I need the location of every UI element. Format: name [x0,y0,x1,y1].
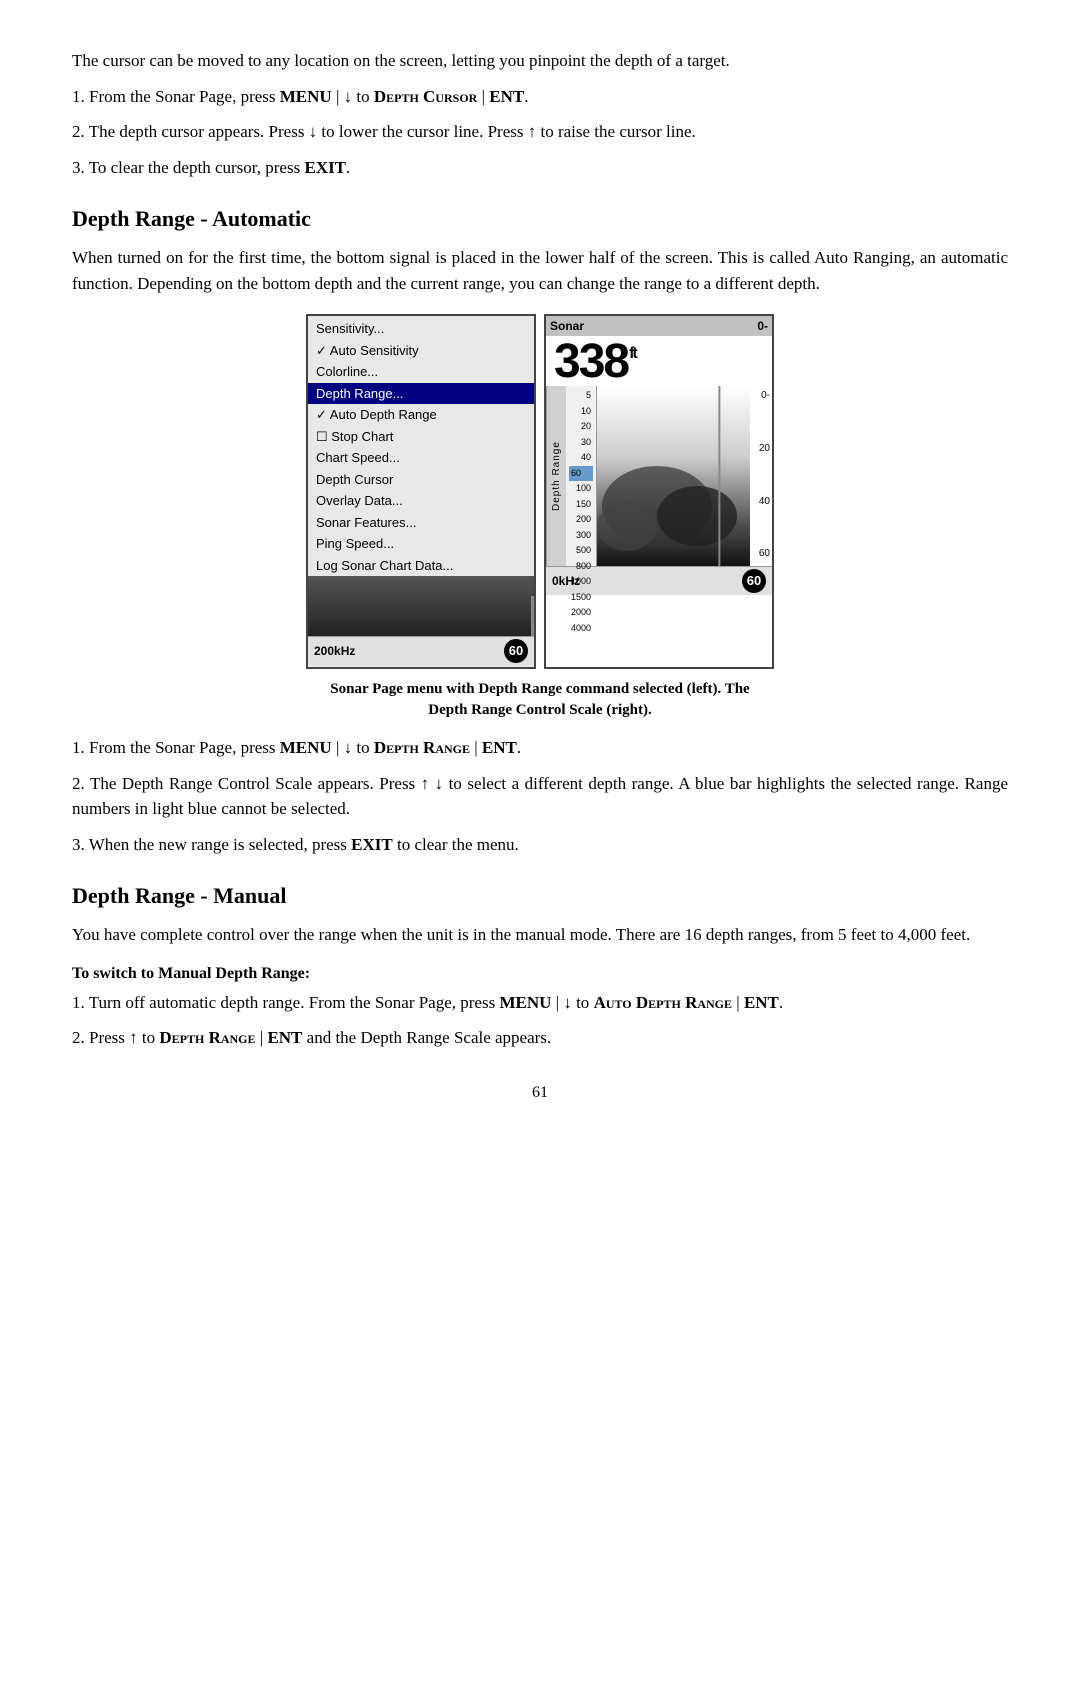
figure-caption: Sonar Page menu with Depth Range command… [72,679,1008,721]
menu-sonar-preview [308,576,534,636]
exit-key: EXIT [304,158,346,177]
left-bottom-bar: 200kHz 60 [308,636,534,665]
section2-p1: You have complete control over the range… [72,922,1008,948]
s1-exit-key: EXIT [351,835,393,854]
sonar-top-zero: 0- [757,317,768,335]
menu-item-depth-cursor: Depth Cursor [308,469,534,491]
s1-ent-key: ENT [482,738,517,757]
s2-auto-depth-sc: Auto Depth Range [594,993,732,1012]
menu-item-stop-chart: ☐ Stop Chart [308,426,534,448]
sonar-scale-right: 0- 20 40 60 [750,386,772,566]
menu-item-sonar-features: Sonar Features... [308,512,534,534]
section1-p1: When turned on for the first time, the b… [72,245,1008,296]
sonar-scale-left: 5 10 20 30 40 60 100 150 200 300 500 800… [566,386,597,566]
sonar-ft-unit: ft [629,346,636,362]
s1-depth-range-sc: Depth Range [374,738,470,757]
right-badge: 60 [742,569,766,593]
menu-key: MENU [280,87,332,106]
menu-item-overlay-data: Overlay Data... [308,490,534,512]
section1-step3: 3. When the new range is selected, press… [72,832,1008,858]
intro-step1: 1. From the Sonar Page, press MENU | ↓ t… [72,84,1008,110]
sonar-image-area [597,386,750,566]
echo-background [597,386,750,566]
section2-heading: Depth Range - Manual [72,879,1008,912]
sonar-panel: Sonar 0- 338ft Depth Range 5 10 20 30 40… [544,314,774,669]
menu-item-chart-speed: Chart Speed... [308,447,534,469]
s2-menu-key: MENU [499,993,551,1012]
sonar-svg [597,386,750,566]
sonar-depth-value: 338 [554,338,628,386]
left-freq-label: 200kHz [314,642,355,660]
sonar-label: Sonar [550,317,584,335]
s2-ent-key2: ENT [267,1028,302,1047]
left-badge: 60 [504,639,528,663]
ent-key: ENT [489,87,524,106]
sonar-depth-display: 338ft [546,336,644,386]
menu-item-log-sonar: Log Sonar Chart Data... [308,555,534,577]
menu-item-depth-range: Depth Range... [308,383,534,405]
menu-item-sensitivity: Sensitivity... [308,318,534,340]
section2-step2: 2. Press ↑ to Depth Range | ENT and the … [72,1025,1008,1051]
menu-item-auto-sensitivity: ✓ Auto Sensitivity [308,340,534,362]
s1-menu-key: MENU [280,738,332,757]
section1-heading: Depth Range - Automatic [72,202,1008,235]
menu-item-auto-depth-range: ✓ Auto Depth Range [308,404,534,426]
section1-step2: 2. The Depth Range Control Scale appears… [72,771,1008,822]
intro-step3: 3. To clear the depth cursor, press EXIT… [72,155,1008,181]
s2-ent-key: ENT [744,993,779,1012]
intro-step2: 2. The depth cursor appears. Press ↓ to … [72,119,1008,145]
section1-step1: 1. From the Sonar Page, press MENU | ↓ t… [72,735,1008,761]
figure-wrap: Sensitivity... ✓ Auto Sensitivity Colorl… [72,314,1008,669]
menu-item-colorline: Colorline... [308,361,534,383]
section2-step1: 1. Turn off automatic depth range. From … [72,990,1008,1016]
menu-panel: Sensitivity... ✓ Auto Sensitivity Colorl… [306,314,536,669]
depth-cursor-sc: Depth Cursor [374,87,477,106]
right-freq-label: 0kHz [552,572,580,590]
menu-item-ping-speed: Ping Speed... [308,533,534,555]
page-number: 61 [72,1081,1008,1105]
intro-p1: The cursor can be moved to any location … [72,48,1008,74]
section2-sub-heading: To switch to Manual Depth Range: [72,962,1008,986]
sonar-top-bar: Sonar 0- [546,316,772,336]
depth-range-label: Depth Range [546,386,566,566]
s2-depth-range-sc: Depth Range [159,1028,255,1047]
